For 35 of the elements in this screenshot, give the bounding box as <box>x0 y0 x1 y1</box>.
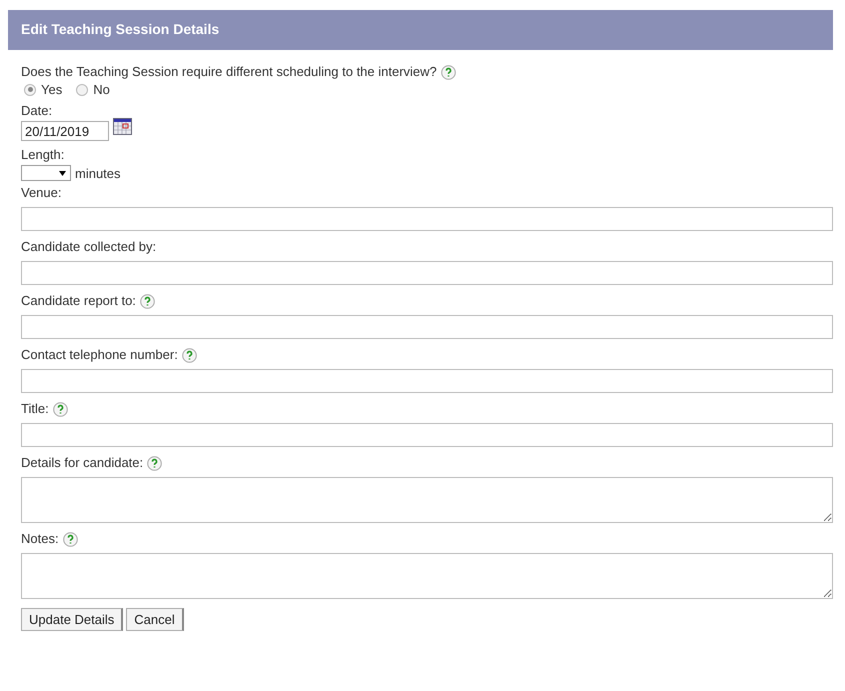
field-label: Candidate report to: <box>21 293 136 309</box>
help-icon[interactable] <box>147 456 162 470</box>
field-label: Contact telephone number: <box>21 347 178 363</box>
text-field[interactable] <box>21 261 833 285</box>
date-field[interactable]: 20/11/2019 <box>21 121 109 141</box>
field-label: Notes: <box>21 531 59 547</box>
field-label: Details for candidate: <box>21 455 144 471</box>
help-icon[interactable] <box>52 402 68 416</box>
field-label: Title: <box>21 401 49 417</box>
field-label: Venue: <box>21 185 62 201</box>
question-label: Does the Teaching Session require different scheduling to the interview? <box>21 64 437 80</box>
text-field[interactable] <box>21 315 833 339</box>
help-icon[interactable] <box>440 64 456 80</box>
text-field[interactable] <box>21 207 833 231</box>
field-label: Candidate collected by: <box>21 239 156 255</box>
unit-label: minutes <box>75 166 121 180</box>
length-label: Length: <box>21 147 64 163</box>
text-field[interactable] <box>21 369 833 393</box>
length-dropdown[interactable] <box>21 165 71 181</box>
cancel-button[interactable]: Cancel <box>126 608 184 631</box>
caret-icon <box>59 170 66 176</box>
update-button[interactable]: Update Details <box>21 608 124 631</box>
text-area[interactable] <box>21 477 833 523</box>
panel-title: Edit Teaching Session Details <box>8 10 833 50</box>
help-icon[interactable] <box>62 532 78 546</box>
date-label: Date: <box>21 103 52 119</box>
text-field[interactable] <box>21 423 833 447</box>
radio-label: Yes <box>41 82 62 97</box>
help-icon[interactable] <box>182 348 197 362</box>
text-area[interactable] <box>21 553 833 599</box>
radio-label: No <box>93 82 110 97</box>
radio-button[interactable] <box>76 84 88 96</box>
radio-button[interactable] <box>24 84 36 96</box>
calendar-icon[interactable] <box>113 118 132 135</box>
help-icon[interactable] <box>140 294 155 308</box>
